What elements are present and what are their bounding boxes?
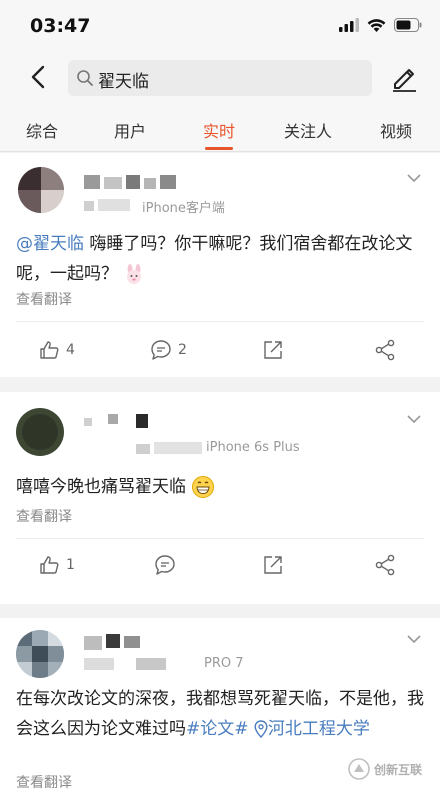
comment-button[interactable]	[154, 554, 176, 576]
active-tab-indicator	[205, 147, 233, 150]
like-button[interactable]: 1	[38, 554, 75, 576]
comment-count: 2	[178, 342, 187, 358]
cellular-signal-icon	[339, 18, 359, 32]
location-name: 河北工程大学	[267, 719, 370, 739]
compose-pencil-icon[interactable]	[390, 62, 418, 92]
grin-emoji-icon	[192, 476, 215, 498]
back-arrow-icon[interactable]	[24, 62, 54, 92]
chevron-down-icon[interactable]	[406, 634, 422, 644]
username-blurred[interactable]	[84, 634, 154, 650]
post-time-blurred	[136, 442, 204, 454]
avatar[interactable]	[18, 167, 64, 213]
repost-button[interactable]	[262, 339, 284, 361]
status-time: 03:47	[30, 15, 91, 37]
post-content: 嘻嘻今晚也痛骂翟天临	[16, 472, 426, 502]
share-button[interactable]	[374, 339, 396, 361]
tab-comprehensive[interactable]: 综合	[26, 118, 58, 142]
search-tabs: 综合 用户 实时 关注人 视频	[0, 104, 440, 152]
battery-icon	[394, 18, 422, 32]
share-button[interactable]	[374, 554, 396, 576]
chevron-down-icon[interactable]	[406, 414, 422, 424]
thumbs-up-icon	[40, 556, 59, 574]
translate-link[interactable]: 查看翻译	[16, 506, 72, 526]
status-icons	[339, 18, 422, 32]
post-source: iPhone 6s Plus	[206, 440, 300, 455]
translate-link[interactable]: 查看翻译	[16, 289, 72, 309]
like-button[interactable]: 4	[38, 339, 75, 361]
search-icon	[77, 70, 93, 86]
tab-realtime[interactable]: 实时	[203, 118, 235, 142]
like-count: 4	[66, 342, 75, 358]
tab-following[interactable]: 关注人	[284, 118, 332, 142]
watermark-logo: 创新互联	[344, 752, 440, 786]
post-time-blurred	[84, 199, 134, 211]
avatar[interactable]	[16, 408, 64, 456]
hashtag-link[interactable]: #论文#	[186, 719, 249, 739]
repost-button[interactable]	[262, 554, 284, 576]
search-header: 翟天临	[0, 54, 440, 104]
search-query: 翟天临	[98, 72, 149, 92]
like-count: 1	[66, 557, 75, 573]
location-pin-icon	[254, 720, 268, 738]
post-content: @翟天临 嗨睡了吗？你干嘛呢？我们宿舍都在改论文呢，一起吗？	[16, 229, 426, 289]
post-card: iPhone客户端 @翟天临 嗨睡了吗？你干嘛呢？我们宿舍都在改论文呢，一起吗？…	[0, 153, 440, 377]
username-blurred[interactable]	[84, 414, 154, 428]
thumbs-up-icon	[40, 341, 59, 359]
user-mention-link[interactable]: @翟天临	[16, 234, 84, 254]
username-blurred[interactable]	[84, 175, 180, 189]
chevron-down-icon[interactable]	[406, 173, 422, 183]
post-text: 嘻嘻今晚也痛骂翟天临	[16, 477, 186, 497]
bunny-emoji-icon	[127, 264, 142, 284]
repost-icon	[264, 556, 282, 574]
watermark-text: 创新互联	[374, 762, 423, 777]
share-icon	[375, 554, 395, 576]
wifi-icon	[367, 19, 386, 32]
post-card: iPhone 6s Plus 嘻嘻今晚也痛骂翟天临 查看翻译 1	[0, 392, 440, 604]
post-source: iPhone客户端	[142, 201, 225, 216]
comment-button[interactable]: 2	[150, 339, 187, 361]
status-bar: 03:47	[0, 0, 440, 54]
post-time-blurred	[84, 658, 200, 670]
post-source: PRO 7	[204, 656, 244, 671]
tab-users[interactable]: 用户	[114, 118, 146, 142]
location-link[interactable]: 河北工程大学	[254, 719, 370, 739]
post-content: 在每次改论文的深夜，我都想骂死翟天临，不是他，我会这么因为论文难过吗#论文# 河…	[16, 684, 426, 744]
divider	[16, 321, 424, 322]
comment-icon	[151, 340, 171, 360]
tab-video[interactable]: 视频	[380, 118, 412, 142]
share-icon	[375, 339, 395, 361]
divider	[16, 538, 424, 539]
avatar[interactable]	[16, 630, 64, 678]
translate-link[interactable]: 查看翻译	[16, 772, 72, 789]
comment-icon	[155, 555, 175, 575]
search-input[interactable]: 翟天临	[68, 60, 372, 96]
repost-icon	[264, 341, 282, 359]
logo-mark-icon	[348, 758, 370, 780]
